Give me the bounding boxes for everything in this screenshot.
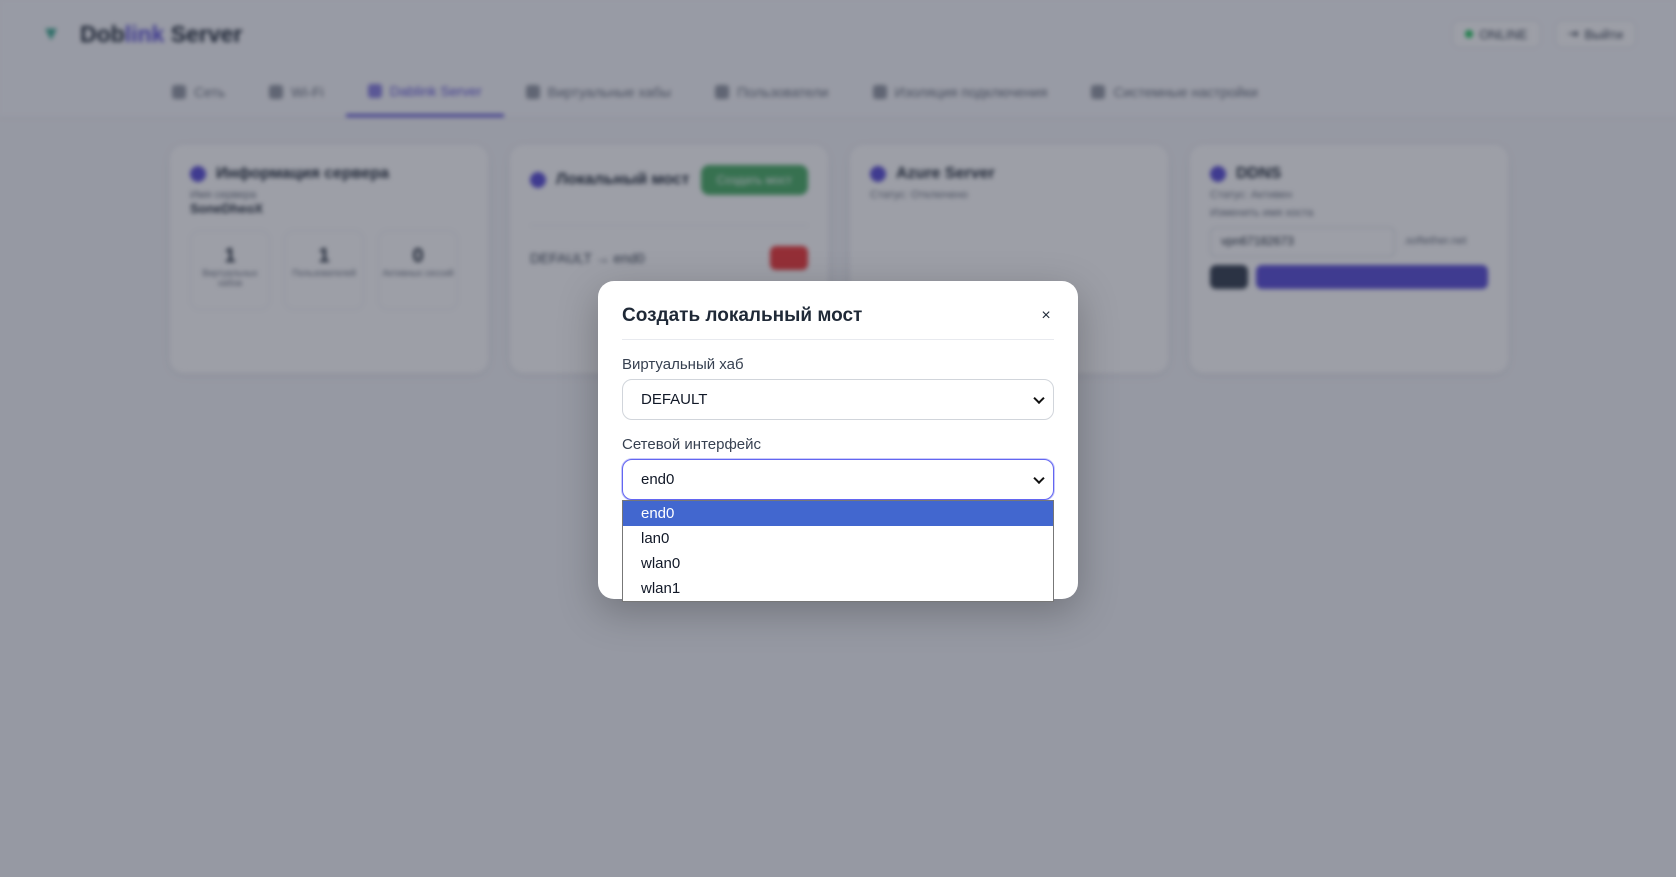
option-end0[interactable]: end0 (623, 501, 1053, 526)
option-wlan0[interactable]: wlan0 (623, 551, 1053, 576)
hub-label: Виртуальный хаб (622, 356, 744, 373)
interface-select-value: end0 (641, 471, 675, 488)
close-icon[interactable]: × (1038, 307, 1054, 325)
option-wlan1[interactable]: wlan1 (623, 576, 1053, 601)
option-lan0[interactable]: lan0 (623, 526, 1053, 551)
modal-header: Создать локальный мост × (622, 281, 1054, 340)
hub-select-value: DEFAULT (641, 391, 708, 408)
modal-title: Создать локальный мост (622, 305, 863, 326)
interface-label: Сетевой интерфейс (622, 436, 762, 453)
chevron-down-icon (1033, 472, 1045, 484)
chevron-down-icon (1033, 392, 1045, 404)
interface-select[interactable]: end0 (622, 459, 1054, 500)
hub-select[interactable]: DEFAULT (622, 379, 1054, 420)
interface-dropdown: end0 lan0 wlan0 wlan1 (622, 500, 1054, 602)
